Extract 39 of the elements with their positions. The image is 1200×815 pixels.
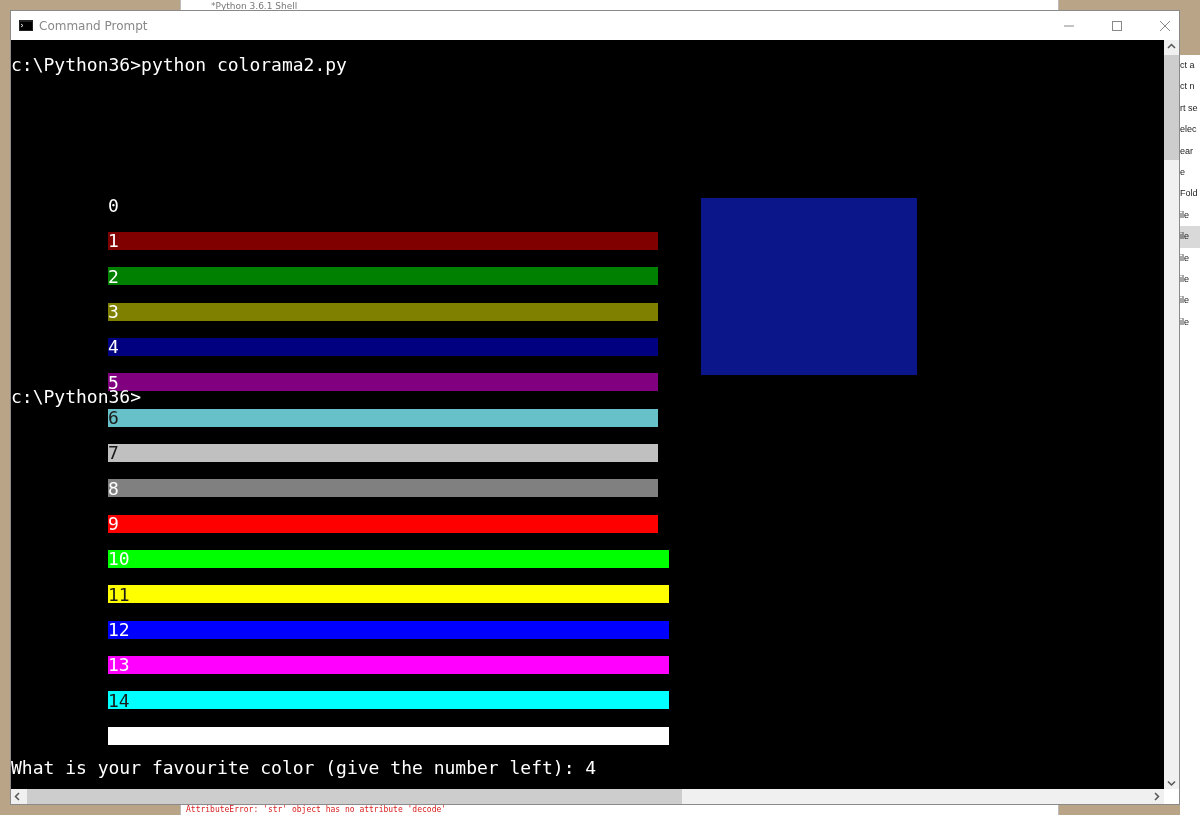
list-item[interactable]: ile	[1180, 311, 1200, 334]
list-item[interactable]: ile	[1180, 247, 1200, 269]
color-number: 13	[108, 654, 130, 677]
color-number: 1	[108, 230, 119, 253]
color-number: 8	[108, 477, 119, 500]
color-number: 3	[108, 301, 119, 323]
list-item[interactable]: ile	[1180, 268, 1200, 291]
list-item[interactable]: ct n	[1180, 76, 1200, 98]
vertical-scrollbar[interactable]	[1164, 40, 1179, 789]
list-item[interactable]: ear	[1180, 140, 1200, 162]
prompt-line: What is your favourite color (give the number left): 4	[11, 757, 598, 780]
color-number: 9	[108, 512, 119, 535]
color-number: 2	[108, 265, 119, 288]
error-text: AttributeError: 'str' object has no attribute 'decode'	[186, 805, 447, 814]
close-icon[interactable]	[1159, 19, 1171, 32]
color-number: 12	[108, 618, 130, 641]
color-number: 0	[108, 195, 119, 217]
color-number: 10	[108, 548, 130, 571]
list-item[interactable]: ct a	[1180, 55, 1200, 77]
horizontal-scrollbar[interactable]	[11, 789, 1164, 804]
console-icon	[19, 20, 33, 31]
window-title: *Python 3.6.1 Shell	[211, 1, 298, 11]
color-number: 4	[108, 336, 119, 359]
list-item[interactable]: Fold	[1180, 183, 1200, 205]
color-number: 7	[108, 442, 119, 465]
list-item[interactable]: elec	[1180, 119, 1200, 141]
maximize-icon[interactable]	[1111, 19, 1123, 32]
list-item[interactable]: ile	[1180, 290, 1200, 312]
list-item[interactable]: rt se	[1180, 97, 1200, 120]
command-line: c:\Python36>python colorama2.py	[11, 54, 348, 76]
scrollbar-thumb[interactable]	[27, 789, 682, 804]
color-number: 6	[108, 406, 119, 429]
color-number: 11	[108, 583, 130, 606]
window-title: Command Prompt	[39, 18, 148, 33]
color-number: 14	[108, 689, 130, 712]
scrollbar-thumb[interactable]	[1164, 55, 1179, 160]
list-item[interactable]: ile	[1180, 226, 1200, 248]
list-item[interactable]: e	[1180, 161, 1200, 184]
list-item[interactable]: ile	[1180, 204, 1200, 227]
